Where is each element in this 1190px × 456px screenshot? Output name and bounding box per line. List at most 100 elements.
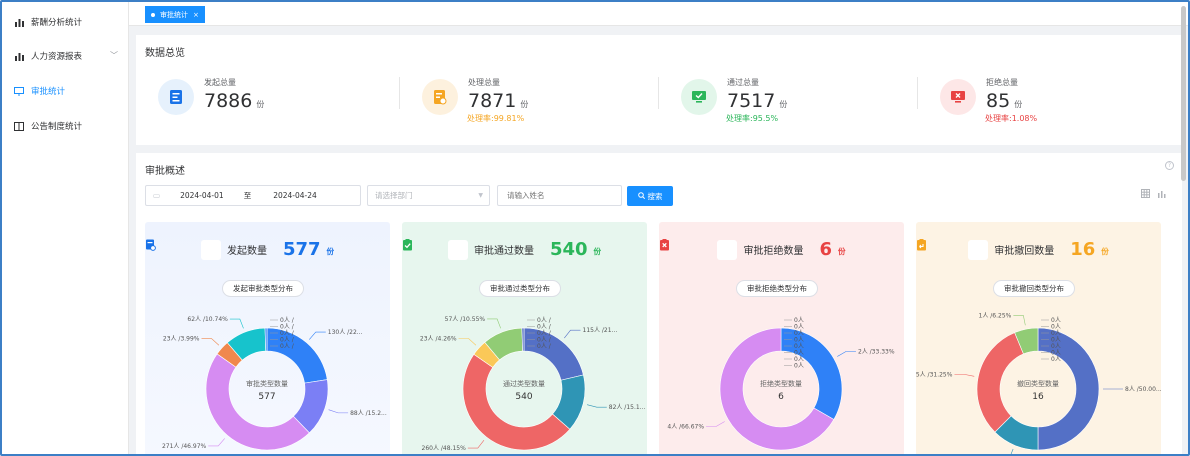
donut-center-value: 16	[1032, 392, 1044, 402]
slice-label: 0人 /	[537, 343, 552, 350]
summary-card: 审批概述 ? ▭ 2024-04-01 至 2024-04-24 请选择部门 ▼…	[136, 153, 1182, 454]
sidebar-item-salary[interactable]: 薪酬分析统计	[14, 13, 82, 31]
label-leader-line	[467, 440, 485, 449]
label-leader-line	[586, 404, 607, 408]
slice-label: 23人 /3.99%	[163, 336, 200, 343]
table-view-icon[interactable]	[1141, 189, 1150, 201]
slice-label: 62人 /10.74%	[187, 316, 228, 323]
caret-down-icon: ▼	[478, 192, 483, 199]
slice-label: 5人 /31.25%	[916, 371, 953, 378]
divider	[399, 77, 400, 109]
calendar-icon: ▭	[153, 191, 161, 200]
summary-title: 审批概述	[145, 166, 185, 177]
slice-label: 271人 /46.97%	[162, 443, 207, 450]
stat-passed: 通过总量 7517 份 处理率:95.5%	[681, 73, 921, 133]
stat-label: 通过总量	[727, 78, 759, 87]
donut-center-title: 通过类型数量	[503, 379, 545, 388]
slice-label: 115人 /21...	[583, 327, 618, 334]
tab-bar: 审批统计 ×	[129, 2, 1188, 26]
donut-center-title: 拒绝类型数量	[760, 379, 802, 388]
end-date: 2024-04-24	[273, 191, 317, 200]
label-leader-line	[1010, 448, 1014, 454]
slice-label: 23人 /4.26%	[420, 335, 457, 342]
donut-chart: 8人 /50.00...2人 /12.50%5人 /31.25%1人 /6.25…	[916, 312, 1161, 454]
panel-withdrawn: 审批撤回数量 16 份 审批撤回类型分布 8人 /50.00...2人 /12.…	[916, 222, 1161, 454]
slice-label: 1人 /6.25%	[979, 312, 1012, 319]
label-leader-line	[954, 374, 975, 377]
help-icon[interactable]: ?	[1165, 161, 1174, 170]
stat-processed: 处理总量 7871 份 处理率:99.81%	[422, 73, 662, 133]
sidebar: 薪酬分析统计 人力资源报表 ﹀ 审批统计 公告制度统计	[2, 2, 129, 454]
stat-rate: 处理率:95.5%	[726, 114, 779, 123]
slice-label: 0人	[1051, 356, 1061, 363]
stat-value: 7886 份	[204, 90, 265, 112]
stat-value: 7871 份	[468, 90, 529, 112]
donut-center-value: 577	[258, 392, 275, 402]
label-leader-line	[1013, 315, 1026, 326]
sidebar-item-policy[interactable]: 公告制度统计	[14, 117, 82, 135]
label-leader-line	[229, 318, 244, 329]
donut-slice[interactable]	[462, 353, 571, 451]
donut-chart: 115人 /21... 82人 /15.1... 260人 /48.15% 23人 /…	[420, 316, 646, 452]
donut-center-value: 6	[778, 392, 784, 402]
label-leader-line	[208, 438, 225, 447]
department-select[interactable]: 请选择部门 ▼	[367, 185, 490, 206]
slice-label: 130人 /22...	[328, 329, 363, 336]
monitor-icon	[14, 86, 24, 96]
sidebar-item-label: 审批统计	[31, 87, 66, 97]
stat-label: 发起总量	[204, 78, 236, 87]
donut-center-value: 540	[515, 392, 532, 402]
search-button[interactable]: 搜索	[627, 186, 673, 206]
donut-center-title: 撤回类型数量	[1017, 379, 1059, 388]
divider	[917, 77, 918, 109]
label-leader-line	[458, 338, 477, 346]
edit-document-icon	[422, 79, 458, 115]
donut-slice[interactable]	[266, 327, 328, 384]
panel-rejected: 审批拒绝数量 6 份 审批拒绝类型分布 2人 /33.33% 4人 /66.67%…	[659, 222, 904, 454]
donut-slice[interactable]	[780, 327, 843, 420]
stat-initiated: 发起总量 7886 份	[158, 73, 398, 133]
donut-slice[interactable]	[1037, 327, 1100, 451]
slice-label: 2人 /33.33%	[858, 349, 895, 356]
date-range-picker[interactable]: ▭ 2024-04-01 至 2024-04-24	[145, 185, 361, 206]
label-leader-line	[564, 329, 581, 339]
stat-rate: 处理率:1.08%	[985, 114, 1038, 123]
start-date: 2024-04-01	[180, 191, 224, 200]
slice-label: 88人 /15.2...	[350, 410, 387, 417]
donut-center-title: 审批类型数量	[246, 379, 288, 388]
scrollbar[interactable]	[1181, 6, 1186, 181]
stat-rate: 处理率:99.81%	[467, 114, 525, 123]
sidebar-item-hr-reports[interactable]: 人力资源报表 ﹀	[14, 47, 124, 65]
stat-label: 拒绝总量	[986, 78, 1018, 87]
slice-label: 57人 /10.55%	[445, 316, 486, 323]
monitor-x-icon	[940, 79, 976, 115]
donut-chart: 2人 /33.33%4人 /66.67%0人0人0人0人0人0人0人0人拒绝类型…	[667, 317, 895, 451]
app-window: 薪酬分析统计 人力资源报表 ﹀ 审批统计 公告制度统计 审批统计 × 数据总览 …	[0, 0, 1190, 456]
tab-label: 审批统计	[160, 10, 188, 19]
slice-label: 260人 /48.15%	[422, 445, 467, 452]
stat-label: 处理总量	[468, 78, 500, 87]
close-icon[interactable]: ×	[193, 11, 199, 19]
name-search-input[interactable]	[497, 185, 622, 206]
label-leader-line	[706, 421, 725, 427]
bar-chart-icon	[14, 51, 24, 61]
overview-title: 数据总览	[145, 48, 185, 59]
overview-card: 数据总览 发起总量 7886 份 处理总量 7871 份 处理率:99.81% 通过…	[136, 35, 1182, 145]
bar-chart-icon	[14, 17, 24, 27]
book-icon	[14, 121, 24, 131]
stat-rejected: 拒绝总量 85 份 处理率:1.08%	[940, 73, 1180, 133]
search-button-label: 搜索	[647, 191, 663, 201]
department-placeholder: 请选择部门	[375, 191, 413, 200]
donut-slice[interactable]	[523, 327, 584, 381]
monitor-check-icon	[681, 79, 717, 115]
sidebar-item-approval[interactable]: 审批统计	[14, 82, 65, 100]
tab-approval[interactable]: 审批统计 ×	[145, 6, 205, 23]
slice-label: 82人 /15.1...	[609, 404, 646, 411]
divider	[658, 77, 659, 109]
stat-value: 7517 份	[727, 90, 788, 112]
chart-view-icon[interactable]	[1157, 189, 1166, 201]
active-dot-icon	[151, 12, 155, 17]
document-icon	[158, 79, 194, 115]
label-leader-line	[201, 338, 220, 346]
slice-label: 8人 /50.00...	[1125, 386, 1161, 393]
